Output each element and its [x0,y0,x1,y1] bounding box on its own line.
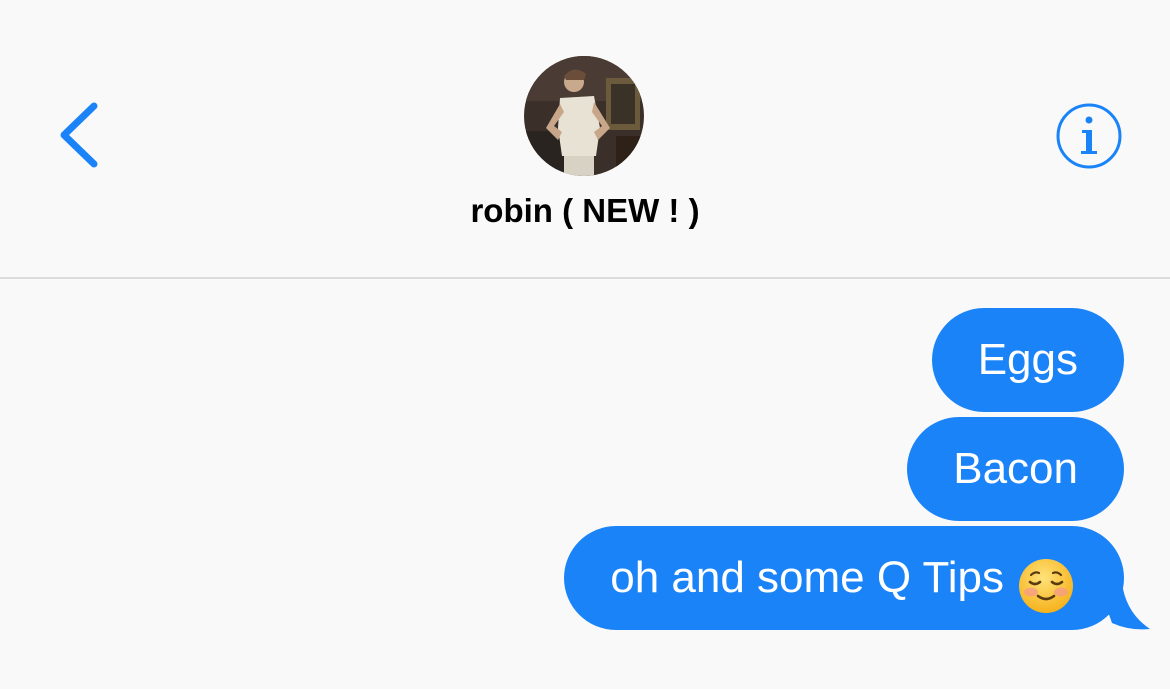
message-bubble-outgoing[interactable]: Eggs [931,308,1124,412]
conversation-header: robin ( NEW ! ) [0,0,1170,279]
message-bubble-outgoing[interactable]: Bacon [907,417,1124,521]
bubble-tail [1100,583,1150,630]
contact-name[interactable]: robin ( NEW ! ) [385,192,785,230]
message-thread: Eggs Bacon oh and some Q Tips [0,279,1170,689]
message-text: Eggs [977,335,1078,384]
message-bubble-outgoing[interactable]: oh and some Q Tips [564,526,1124,630]
back-button[interactable] [52,96,112,176]
contact-avatar[interactable] [524,56,644,176]
info-button[interactable] [1054,101,1124,171]
avatar-photo [524,56,644,176]
info-icon [1056,103,1122,169]
chevron-left-icon [60,102,98,168]
message-text: oh and some Q Tips [610,553,1004,602]
message-text: Bacon [953,444,1078,493]
smiling-face-icon [1018,548,1074,614]
